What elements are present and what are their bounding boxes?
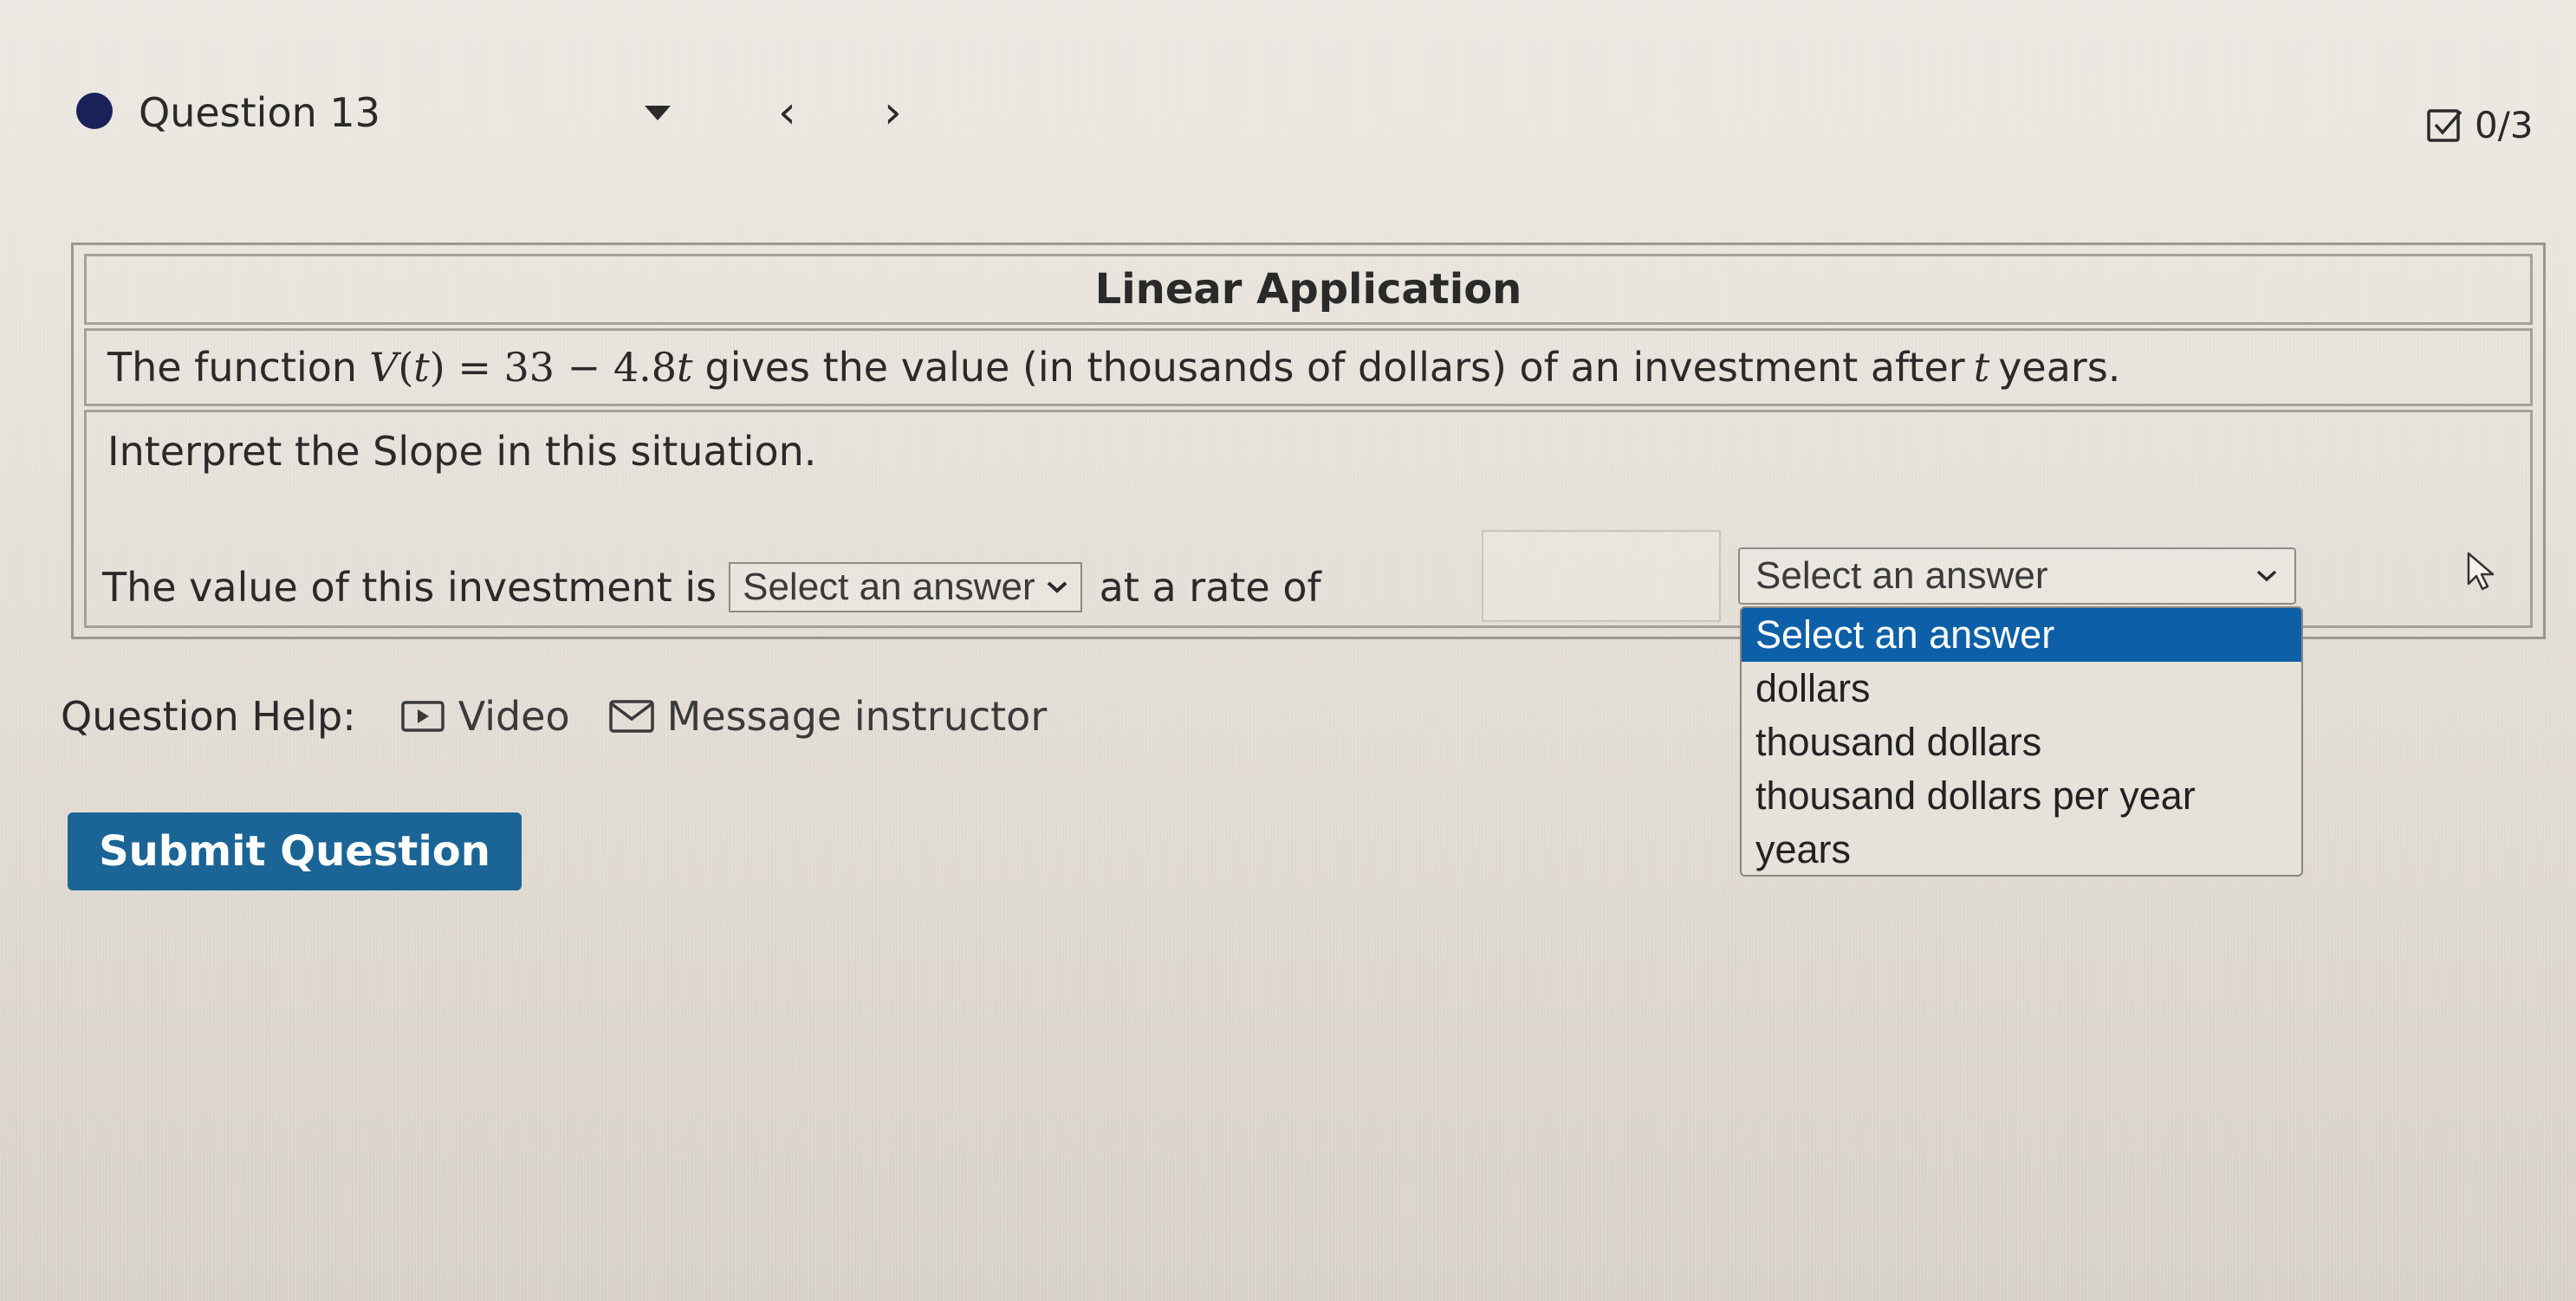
answer-prefix: The value of this investment is	[102, 564, 717, 611]
chevron-down-icon	[1047, 581, 1067, 593]
envelope-icon	[608, 700, 654, 733]
dropdown-option-thousand-dollars[interactable]: thousand dollars	[1742, 715, 2301, 769]
question-help-label: Question Help:	[61, 693, 356, 740]
message-instructor-link[interactable]: Message instructor	[608, 693, 1048, 740]
rate-input[interactable]	[1482, 530, 1721, 622]
direction-select-value: Select an answer	[743, 566, 1035, 608]
question-title: Question 13	[139, 89, 380, 136]
direction-select[interactable]: Select an answer	[729, 562, 1082, 612]
function-expression: V(t) = 33 − 4.8t	[369, 344, 693, 391]
question-dropdown-caret-icon[interactable]	[645, 106, 671, 120]
answer-line: The value of this investment is Select a…	[102, 554, 1321, 620]
dropdown-option-years[interactable]: years	[1742, 823, 2301, 875]
question-help: Question Help: Video Message instructor	[61, 693, 1085, 740]
chevron-down-icon	[2256, 570, 2277, 582]
units-select[interactable]: Select an answer	[1738, 547, 2296, 605]
submit-question-button[interactable]: Submit Question	[68, 812, 522, 890]
problem-prompt: Interpret the Slope in this situation.	[107, 428, 817, 475]
dropdown-option-dollars[interactable]: dollars	[1742, 662, 2301, 715]
rate-label: at a rate of	[1099, 564, 1321, 611]
statement-after: years.	[1998, 344, 2121, 391]
units-select-value: Select an answer	[1755, 554, 2048, 597]
checkbox-icon	[2427, 108, 2462, 142]
video-icon	[400, 701, 444, 732]
question-status-dot	[76, 93, 113, 129]
problem-statement: The function V(t) = 33 − 4.8t gives the …	[84, 328, 2533, 406]
dropdown-option-select-an-answer[interactable]: Select an answer	[1742, 608, 2301, 662]
video-help-link[interactable]: Video	[400, 693, 570, 740]
score-indicator: 0/3	[2426, 104, 2534, 146]
units-dropdown-list: Select an answer dollars thousand dollar…	[1740, 606, 2303, 877]
function-var: t	[677, 344, 693, 391]
statement-var: t	[1973, 344, 1990, 391]
statement-before: The function	[107, 344, 358, 391]
next-question-icon[interactable]: ›	[884, 88, 902, 137]
problem-heading: Linear Application	[84, 254, 2533, 325]
message-instructor-label: Message instructor	[666, 693, 1048, 740]
function-lhs: V	[369, 344, 399, 391]
statement-mid: gives the value (in thousands of dollars…	[704, 344, 1965, 391]
mouse-cursor-icon	[2467, 552, 2495, 591]
dropdown-option-thousand-dollars-per-year[interactable]: thousand dollars per year	[1742, 769, 2301, 823]
video-help-label: Video	[457, 693, 570, 740]
score-text: 0/3	[2475, 104, 2534, 146]
function-rhs: = 33 − 4.8	[457, 344, 677, 391]
function-arg: t	[413, 344, 430, 391]
previous-question-icon[interactable]: ‹	[778, 88, 796, 137]
